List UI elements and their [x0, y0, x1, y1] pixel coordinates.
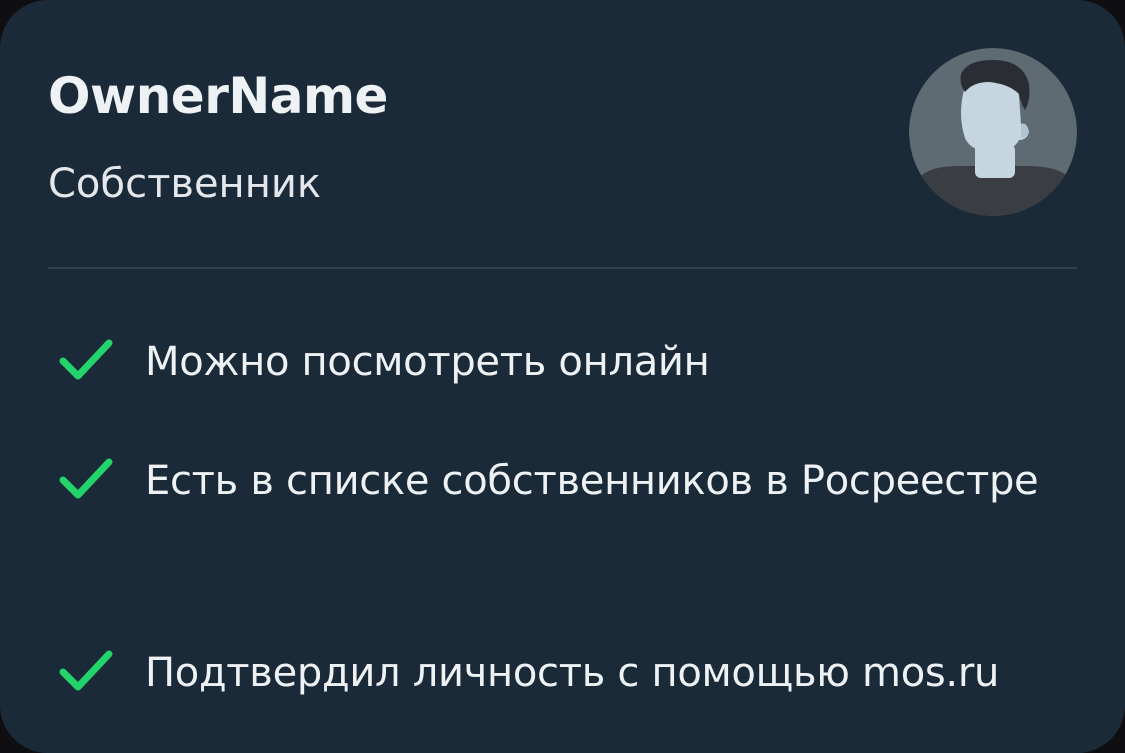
verification-list: Можно посмотреть онлайн Есть в списке со… [0, 0, 1125, 753]
feature-text: Подтвердил личность с помощью mos.ru [145, 650, 1000, 696]
owner-card: OwnerName Собственник Можно посмотреть о… [0, 0, 1125, 753]
feature-text: Можно посмотреть онлайн [145, 339, 710, 385]
check-icon [59, 339, 113, 380]
check-icon [59, 650, 113, 691]
check-icon [59, 458, 113, 499]
feature-text: Есть в списке собственников в Росреестре [145, 458, 1039, 504]
